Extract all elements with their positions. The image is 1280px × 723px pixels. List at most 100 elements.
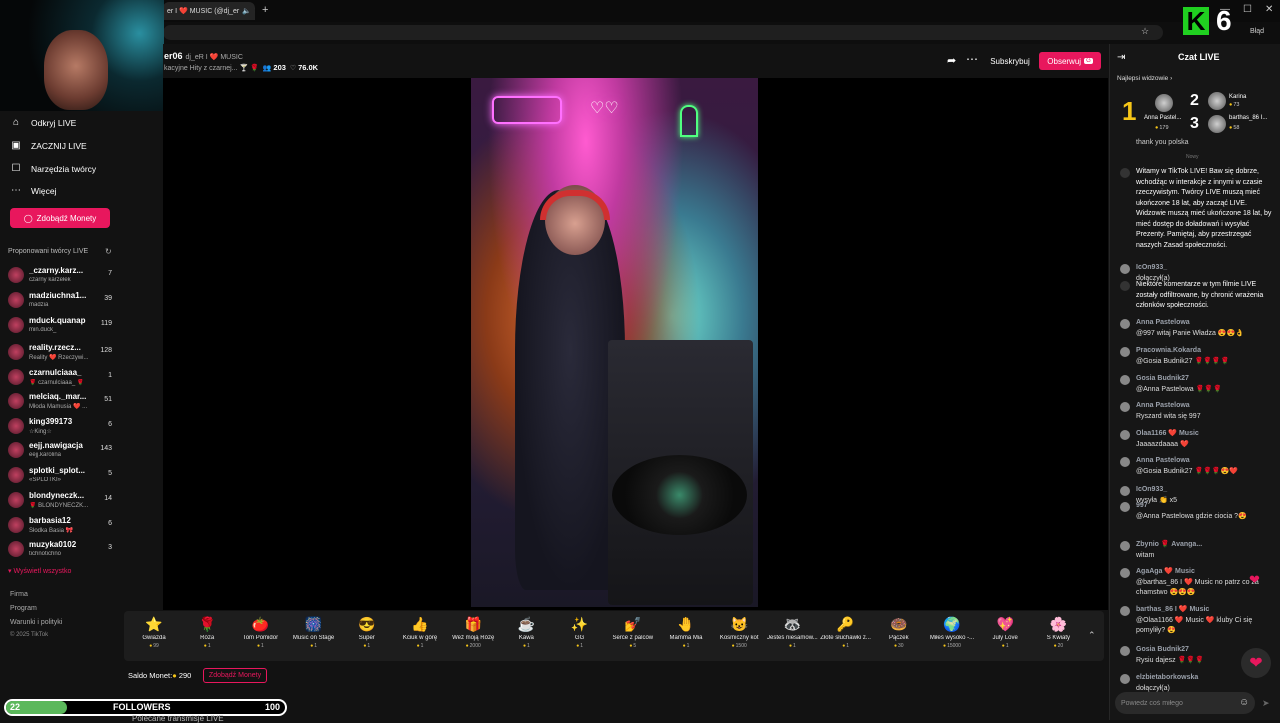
suggested-creator[interactable]: madziuchna1... madzia 39 [8, 289, 116, 313]
gift-item[interactable]: 👍 Kciuk w górę 1 [394, 613, 446, 659]
suggested-creator[interactable]: splotki_splot... «SPLOTKI» 5 [8, 464, 116, 488]
gift-item[interactable]: ⭐ Gwiazda 99 [128, 613, 180, 659]
share-icon[interactable]: ➦ [947, 54, 956, 67]
avatar[interactable] [1120, 502, 1130, 512]
chat-username[interactable]: Anna Pastelowa [1136, 401, 1272, 412]
profile-error-label[interactable]: Błąd [1250, 28, 1264, 35]
chat-username[interactable]: Pracownia.Kokarda [1136, 346, 1272, 357]
collapse-chat-icon[interactable]: ⇥ [1117, 52, 1125, 63]
gift-price: 1500 [713, 643, 765, 649]
gift-item[interactable]: 🌸 S Kwiaty 20 [1032, 613, 1084, 659]
speaker-icon[interactable]: 🔈 [242, 7, 251, 15]
gift-item[interactable]: 💅 Serce z palców 5 [607, 613, 659, 659]
suggested-creator[interactable]: reality.rzecz... Reality ❤️ Rzeczywi... 12… [8, 341, 116, 365]
avatar[interactable] [1120, 646, 1130, 656]
suggested-creator[interactable]: muzyka0102 tichnotichno 3 [8, 538, 116, 562]
top-viewers-title[interactable]: Najlepsi widzowie › [1117, 75, 1172, 82]
avatar[interactable] [1208, 115, 1226, 133]
suggested-creator[interactable]: barbasia12 Słodka Basia 🎀 6 [8, 514, 116, 538]
avatar[interactable] [1155, 94, 1173, 112]
url-field[interactable] [163, 25, 1163, 40]
close-tab-icon[interactable]: ✕ [254, 7, 255, 15]
avatar[interactable] [1120, 319, 1130, 329]
browser-tab[interactable]: er I ❤️ MUSIC (@dj_er 🔈 ✕ [163, 2, 255, 20]
avatar[interactable] [1120, 347, 1130, 357]
gift-item[interactable]: 🍅 Tom Pomidor 1 [234, 613, 286, 659]
gift-item[interactable]: 😎 Super 1 [341, 613, 393, 659]
avatar[interactable] [1120, 674, 1130, 684]
chat-username[interactable]: 997 [1136, 501, 1272, 512]
creator-nickname: czarny karzełek [29, 277, 71, 283]
avatar[interactable] [1120, 568, 1130, 578]
chat-username[interactable]: barthas_86 I ❤️ Music [1136, 605, 1272, 616]
sidebar-item-creator-tools[interactable]: ☐ Narzędzia twórcy [10, 163, 97, 174]
chat-username[interactable]: IcOn933_ [1136, 263, 1272, 274]
refresh-icon[interactable]: ↻ [105, 247, 112, 256]
bookmark-star-icon[interactable]: ☆ [1141, 26, 1149, 37]
chat-input[interactable] [1121, 696, 1231, 710]
gift-price: 99 [128, 643, 180, 649]
chat-username[interactable]: Anna Pastelowa [1136, 318, 1272, 329]
chat-username[interactable]: Zbynio 🌹 Avanga... [1136, 540, 1272, 551]
avatar[interactable] [1120, 264, 1130, 274]
subscribe-button[interactable]: Subskrybuj [984, 52, 1036, 70]
suggested-creator[interactable]: blondyneczk... 🌹 BLONDYNECZK... 14 [8, 489, 116, 513]
suggested-creator[interactable]: eejj.nawigacja eejj.karolina 143 [8, 439, 116, 463]
gift-item[interactable]: 🤚 Mamma Mia 1 [660, 613, 712, 659]
gift-item[interactable]: 🌍 Miłeś wysoko -... 15000 [926, 613, 978, 659]
coin-balance: Saldo Monet:● 290 [128, 671, 191, 680]
suggested-creator[interactable]: _czarny.karz... czarny karzełek 7 [8, 264, 116, 288]
streamer-name[interactable]: er06 dj_eR I ❤️ MUSIC [164, 51, 243, 61]
footer-terms[interactable]: Warunki i polityki [10, 619, 62, 626]
avatar[interactable] [1120, 486, 1130, 496]
sidebar-item-start-live[interactable]: ▣ ZACZNIJ LIVE [10, 140, 87, 151]
gift-item[interactable]: 🎁 Weź moją Różę 2000 [447, 613, 499, 659]
more-options-icon[interactable]: ⋯ [966, 52, 978, 66]
avatar[interactable] [1120, 457, 1130, 467]
gift-name: Tom Pomidor [242, 635, 279, 641]
chat-input-box[interactable] [1115, 692, 1255, 714]
gift-item[interactable]: 🔑 Złote słuchawki z... 1 [820, 613, 872, 659]
chat-username[interactable]: Gosia Budnik27 [1136, 374, 1272, 385]
gift-item[interactable]: 🌹 Róża 1 [181, 613, 233, 659]
gift-item[interactable]: ✨ GG 1 [554, 613, 606, 659]
sidebar-item-discover[interactable]: ⌂ Odkryj LIVE [10, 117, 76, 128]
gift-item[interactable]: 💖 July Love 1 [979, 613, 1031, 659]
avatar[interactable] [1208, 92, 1226, 110]
avatar[interactable] [1120, 541, 1130, 551]
creator-name: mduck.quanap [29, 316, 86, 325]
emoji-icon[interactable]: ☺ [1239, 697, 1249, 708]
avatar[interactable] [1120, 402, 1130, 412]
suggested-creator[interactable]: king399173 ☆King☆ 6 [8, 415, 116, 439]
chat-username[interactable]: Anna Pastelowa [1136, 456, 1272, 467]
maximize-button[interactable]: ☐ [1243, 4, 1252, 15]
suggested-creator[interactable]: melciaq._mar... Młoda Mamusia ❤️ ... 51 [8, 390, 116, 414]
avatar[interactable] [1120, 375, 1130, 385]
chat-username[interactable]: Olaa1166 ❤️ Music [1136, 429, 1272, 440]
sidebar-item-label: ZACZNIJ LIVE [31, 140, 87, 151]
suggested-creator[interactable]: czarnulciaaa_ 🌹 czarnulciaaa_ 🌹 1 [8, 366, 116, 390]
chevron-up-icon[interactable]: ⌃ [1088, 630, 1096, 641]
avatar[interactable] [1120, 606, 1130, 616]
chat-username[interactable]: IcOn933_ [1136, 485, 1272, 496]
gift-item[interactable]: 🦝 Jesteś niesamow... 1 [766, 613, 818, 659]
gift-item[interactable]: 😺 Kosmiczny kot 1500 [713, 613, 765, 659]
send-icon[interactable]: ➤ [1262, 698, 1270, 709]
footer-company[interactable]: Firma [10, 591, 28, 598]
new-tab-icon[interactable]: + [262, 4, 268, 16]
gift-item[interactable]: ☕ Kawa 1 [500, 613, 552, 659]
show-all-link[interactable]: ▾ Wyświetl wszystko [8, 567, 71, 575]
like-heart-button[interactable]: ❤ [1241, 648, 1271, 678]
sidebar-item-more[interactable]: ⋯ Więcej [10, 185, 57, 196]
follow-button[interactable]: Obserwuj G [1039, 52, 1101, 70]
suggested-creator[interactable]: mduck.quanap min.duck_ 119 [8, 314, 116, 338]
gift-item[interactable]: 🍩 Pączek 30 [873, 613, 925, 659]
close-window-button[interactable]: ✕ [1265, 4, 1273, 15]
buy-coins-button[interactable]: Zdobądź Monety [203, 668, 267, 683]
footer-program[interactable]: Program [10, 605, 37, 612]
chat-text: witam [1136, 551, 1155, 559]
avatar[interactable] [1120, 430, 1130, 440]
get-coins-button[interactable]: ◯ Zdobądź Monety [10, 208, 110, 228]
gift-item[interactable]: 🎆 Music on Stage 1 [288, 613, 340, 659]
avatar [8, 292, 24, 308]
